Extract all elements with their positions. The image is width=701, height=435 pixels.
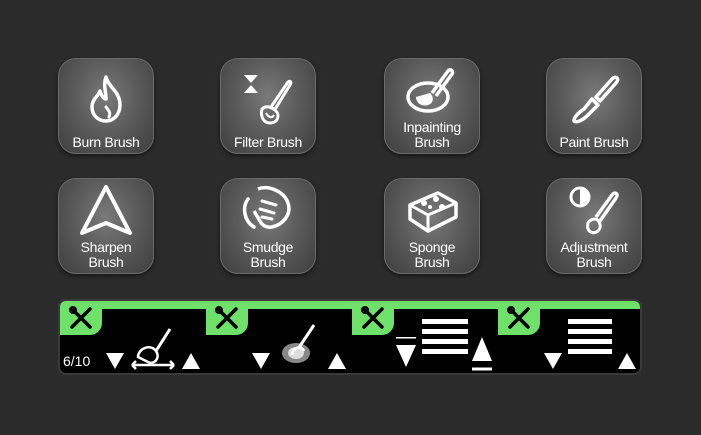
accent-stripe [60,301,640,309]
flame-icon [90,75,122,123]
brush-slot-toolbar: 6/10 [58,299,642,375]
burn-brush-button[interactable]: Burn Brush [58,58,154,154]
paint-brush-icon [572,75,620,124]
settings-tool-button[interactable] [60,301,102,335]
sponge-icon [408,191,458,233]
sharpen-brush-button[interactable]: Sharpen Brush [58,178,154,274]
filter-brush-button[interactable]: Filter Brush [220,58,316,154]
inpainting-brush-slot-icon [282,324,316,363]
wrench-screwdriver-icon [215,306,238,329]
brush-label: Adjustment Brush [560,239,628,270]
brush-label: Inpainting Brush [403,119,461,150]
hamburger-menu-icon [568,319,612,354]
increase-arrow-icon[interactable] [182,353,200,369]
hamburger-menu-icon [422,319,468,354]
sharpen-triangle-icon [80,185,132,235]
brush-label: Sharpen Brush [80,239,132,270]
increase-arrow-icon[interactable] [328,353,346,369]
settings-tool-button[interactable] [498,301,540,335]
filter-brush-slot-icon [131,328,175,370]
increase-arrow-icon[interactable] [472,337,492,371]
paint-brush-button[interactable]: Paint Brush [546,58,642,154]
wrench-screwdriver-icon [507,306,530,329]
decrease-arrow-icon[interactable] [396,337,416,371]
settings-tool-button[interactable] [352,301,394,335]
decrease-arrow-icon[interactable] [252,353,270,369]
decrease-arrow-icon[interactable] [544,353,562,369]
smudge-brush-button[interactable]: Smudge Brush [220,178,316,274]
smudge-hand-icon [242,186,291,229]
decrease-arrow-icon[interactable] [106,353,124,369]
slot-counter: 6/10 [63,353,91,369]
brush-grid: Burn Brush Filter Brush Inpainting Brush… [0,0,701,290]
adjustment-brush-icon [569,186,619,235]
brush-label: Paint Brush [559,134,629,150]
wrench-screwdriver-icon [69,306,92,329]
brush-label: Sponge Brush [408,239,456,270]
inpainting-brush-button[interactable]: Inpainting Brush [384,58,480,154]
brush-label: Smudge Brush [242,239,294,270]
settings-tool-button[interactable] [206,301,248,335]
filter-brush-icon [244,75,293,125]
adjustment-brush-button[interactable]: Adjustment Brush [546,178,642,274]
wrench-screwdriver-icon [361,306,384,329]
inpainting-brush-icon [406,68,455,113]
brush-label: Filter Brush [234,134,302,150]
brush-label: Burn Brush [72,134,140,150]
sponge-brush-button[interactable]: Sponge Brush [384,178,480,274]
increase-arrow-icon[interactable] [618,353,636,369]
